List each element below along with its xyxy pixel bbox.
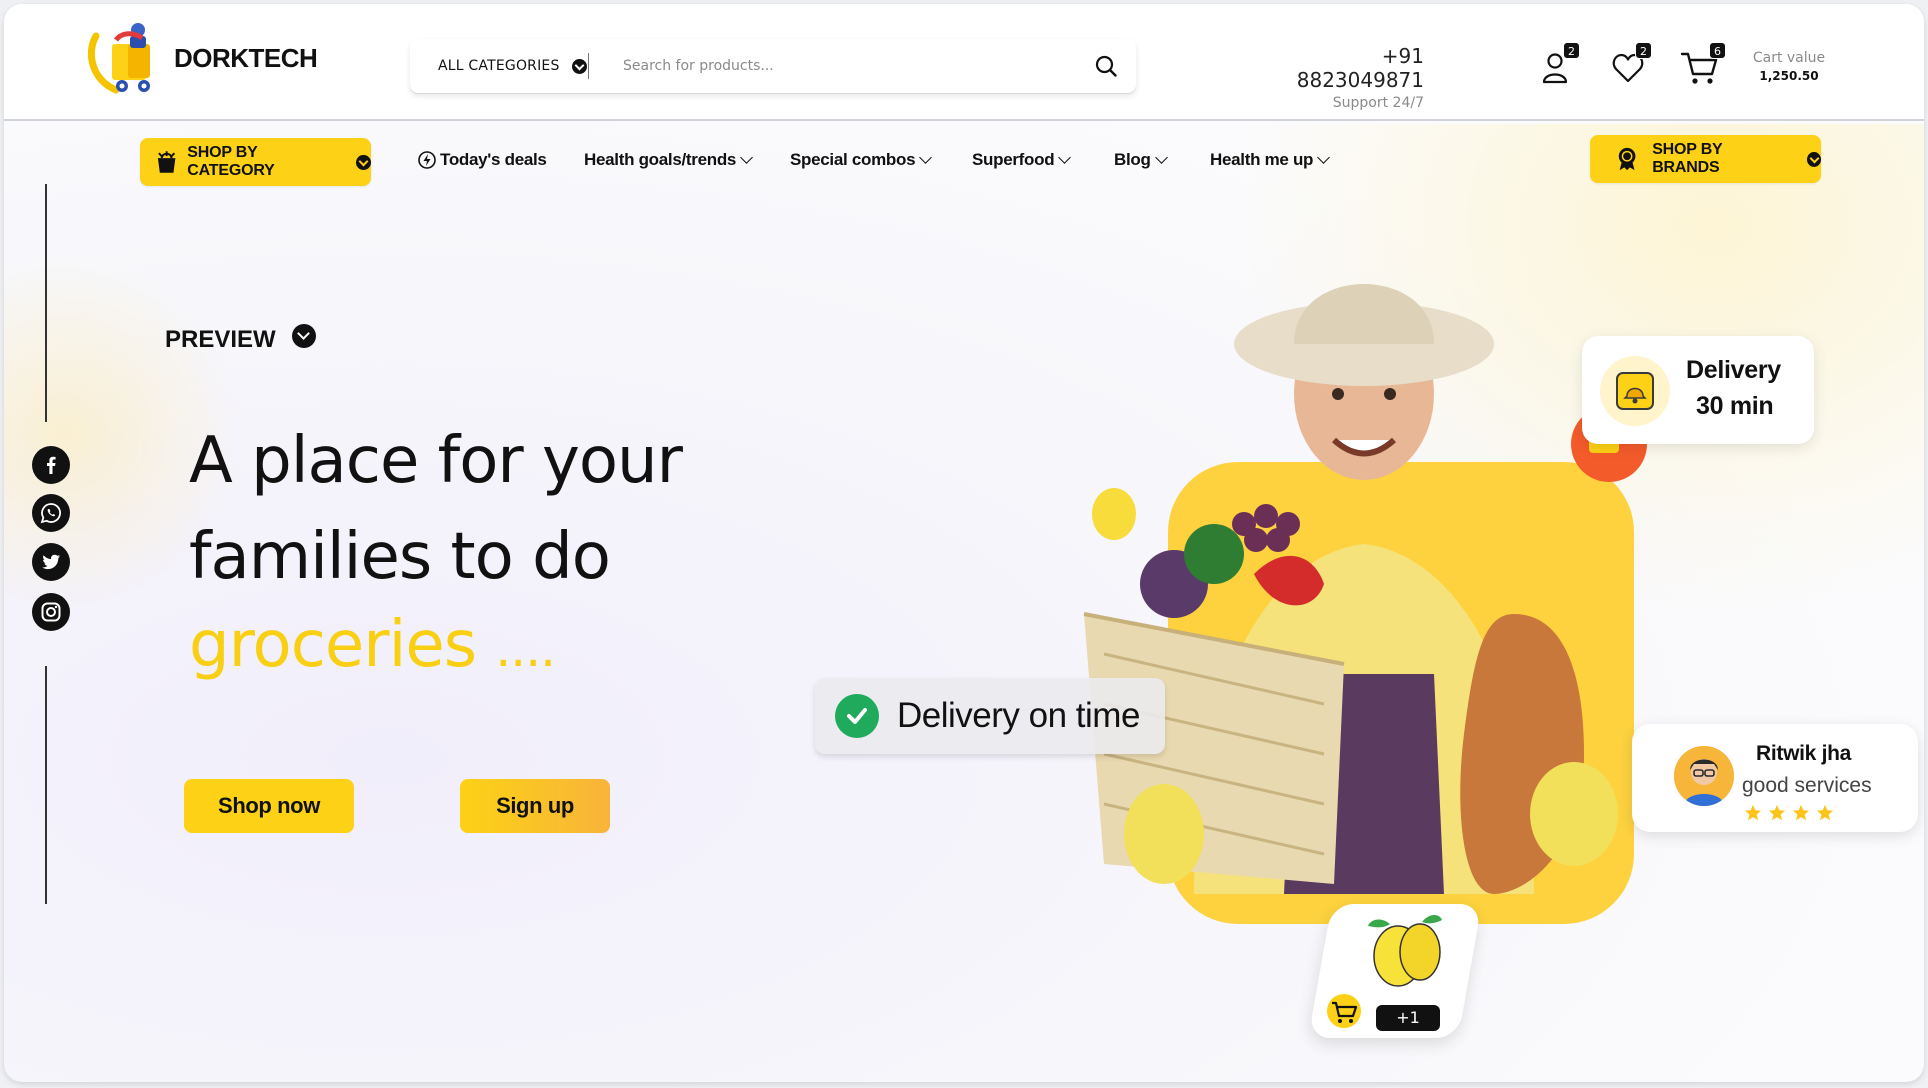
star-icon (1768, 804, 1786, 821)
nav-blog[interactable]: Blog (1114, 150, 1168, 170)
preview-toggle[interactable]: PREVIEW (165, 324, 316, 354)
award-badge-icon (1618, 147, 1636, 171)
nav-special-combos[interactable]: Special combos (790, 150, 933, 170)
chevron-down-icon (1807, 151, 1821, 167)
twitter-link[interactable] (32, 543, 70, 581)
cart-button[interactable]: 6 (1680, 42, 1726, 86)
instagram-icon (41, 602, 61, 622)
hero-heading-line-1: A place for your (189, 424, 683, 498)
chevron-down-icon (571, 58, 587, 74)
shop-now-button[interactable]: Shop now (184, 779, 354, 833)
delivery-time: 30 min (1696, 392, 1774, 420)
hero-heading-line-2: families to do (189, 520, 611, 594)
bell-icon (1600, 356, 1670, 426)
facebook-link[interactable] (32, 446, 70, 484)
cart-value-amount: 1,250.50 (1759, 69, 1819, 83)
nav-todays-deals[interactable]: Today's deals (418, 150, 547, 170)
nav-label: Today's deals (440, 150, 547, 169)
account-button[interactable]: 2 (1538, 42, 1580, 86)
review-text: good services (1742, 774, 1872, 797)
review-rating (1744, 804, 1834, 822)
brand-name: DORKTECH (174, 42, 318, 73)
whatsapp-icon (40, 503, 61, 524)
cart-value-label: Cart value (1752, 50, 1826, 66)
chevron-down-icon (740, 151, 753, 164)
cart-icon[interactable] (1324, 994, 1364, 1028)
nav-health-me-up[interactable]: Health me up (1210, 150, 1331, 170)
sign-up-button[interactable]: Sign up (460, 779, 610, 833)
nav-label: Health goals/trends (584, 150, 737, 169)
chevron-down-icon (919, 151, 933, 164)
logo-icon (86, 18, 168, 98)
chevron-down-icon (356, 154, 371, 170)
page: DORKTECH ALL CATEGORIES +91 8823049871 S… (4, 4, 1924, 1082)
cart-value[interactable]: Cart value 1,250.50 (1746, 50, 1832, 83)
rail-line-bottom (45, 666, 47, 904)
reviewer-avatar (1674, 746, 1734, 806)
nav-superfood[interactable]: Superfood (972, 150, 1072, 170)
facebook-icon (47, 456, 56, 474)
top-header: DORKTECH ALL CATEGORIES +91 8823049871 S… (4, 4, 1924, 121)
nav-label: Superfood (972, 150, 1055, 169)
delivery-title: Delivery (1686, 356, 1781, 384)
shop-by-category-label: SHOP BY CATEGORY (187, 144, 275, 179)
search-button[interactable] (1076, 39, 1136, 93)
wishlist-badge: 2 (1635, 42, 1652, 59)
shop-by-brands-button[interactable]: SHOP BY BRANDS (1590, 135, 1821, 183)
star-icon (1792, 804, 1810, 821)
wishlist-button[interactable]: 2 (1610, 42, 1652, 86)
delivery-time-card: Delivery 30 min (1582, 336, 1814, 444)
category-select-label: ALL CATEGORIES (438, 58, 560, 74)
customer-review-card: Ritwik jha good services (1632, 724, 1918, 832)
cart-badge: 6 (1709, 42, 1726, 59)
category-select[interactable]: ALL CATEGORIES (410, 58, 588, 74)
chevron-down-icon (1317, 151, 1331, 164)
add-quantity-badge[interactable]: +1 (1376, 1005, 1440, 1031)
whatsapp-link[interactable] (32, 494, 70, 532)
preview-label: PREVIEW (165, 326, 276, 353)
instagram-link[interactable] (32, 593, 70, 631)
rail-line-top (45, 184, 47, 422)
star-icon (1816, 804, 1834, 821)
nav-label: Blog (1114, 150, 1151, 169)
nav-health-goals[interactable]: Health goals/trends (584, 150, 753, 170)
chevron-down-icon (1154, 151, 1168, 164)
chevron-down-icon (1058, 151, 1072, 164)
shop-by-category-button[interactable]: SHOP BY CATEGORY (140, 138, 371, 186)
reviewer-name: Ritwik jha (1756, 742, 1852, 765)
search-icon (1095, 55, 1117, 77)
lightning-icon (418, 151, 436, 169)
hero-heading-line-3: groceries .... (189, 608, 556, 682)
account-badge: 2 (1563, 42, 1580, 59)
nav-label: Health me up (1210, 150, 1314, 169)
support-label: Support 24/7 (1332, 95, 1424, 111)
twitter-icon (42, 554, 60, 570)
star-icon (1744, 804, 1762, 821)
delivery-on-time-badge: Delivery on time (815, 678, 1165, 754)
search-bar: ALL CATEGORIES (410, 39, 1136, 93)
shop-by-brands-label: SHOP BY BRANDS (1652, 141, 1723, 176)
check-circle-icon (835, 694, 879, 738)
delivery-on-time-text: Delivery on time (897, 696, 1140, 735)
hero-highlight: groceries (189, 608, 477, 682)
nav-label: Special combos (790, 150, 916, 169)
phone-number: +91 8823049871 (1296, 44, 1424, 92)
brand-logo[interactable]: DORKTECH (86, 18, 318, 98)
support-contact[interactable]: +91 8823049871 Support 24/7 (1264, 44, 1424, 111)
shopping-bag-icon (157, 151, 176, 173)
search-input[interactable] (589, 58, 1076, 74)
chevron-down-icon (291, 324, 316, 348)
hero-ellipsis: .... (495, 620, 556, 678)
